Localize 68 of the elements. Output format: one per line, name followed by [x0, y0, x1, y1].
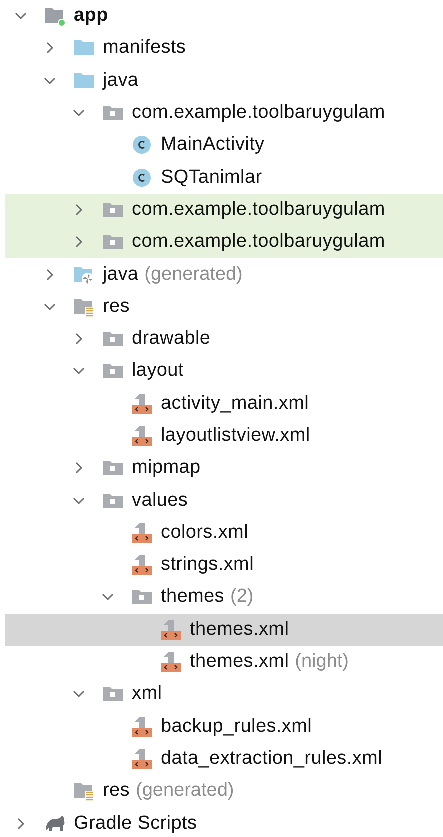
tree-row[interactable]: values	[5, 484, 443, 517]
tree-row[interactable]: manifests	[5, 32, 443, 65]
tree-row[interactable]: com.example.toolbaruygulam	[5, 194, 443, 226]
tree-label: Gradle Scripts	[74, 812, 198, 835]
tree-label: backup_rules.xml	[161, 716, 312, 738]
tree-label: com.example.toolbaruygulam	[132, 198, 386, 221]
tree-label: data_extraction_rules.xml	[161, 748, 382, 770]
tree-label: xml	[132, 683, 162, 706]
tree-row[interactable]: backup_rules.xml	[5, 710, 443, 743]
xml-file-icon	[131, 748, 153, 770]
xml-file-icon	[131, 522, 153, 544]
xml-file-icon	[160, 651, 182, 674]
tree-label: strings.xml	[161, 554, 254, 576]
tree-row[interactable]: java	[5, 64, 443, 97]
tree-row[interactable]: colors.xml	[5, 516, 443, 550]
tree-label: manifests	[103, 37, 186, 60]
tree-row[interactable]: Gradle Scripts	[5, 807, 443, 837]
xml-file-icon	[131, 392, 153, 415]
tree-label: themes	[161, 586, 225, 608]
tree-label: res	[103, 780, 130, 802]
tree-row[interactable]: res	[5, 290, 443, 323]
tree-row[interactable]: activity_main.xml	[5, 388, 443, 420]
tree-row[interactable]: com.example.toolbaruygulam	[5, 96, 443, 130]
tree-label: colors.xml	[161, 522, 249, 544]
tree-row[interactable]: strings.xml	[5, 549, 443, 582]
tree-label: SQTanimlar	[161, 166, 262, 189]
tree-row[interactable]: res (generated)	[5, 775, 443, 808]
tree-row[interactable]: com.example.toolbaruygulam	[5, 226, 443, 258]
xml-file-icon	[131, 425, 153, 447]
tree-row[interactable]: java (generated)	[5, 258, 443, 291]
tree-row[interactable]: SQTanimlar	[5, 161, 443, 194]
tree-row[interactable]: themes (2)	[5, 581, 443, 614]
tree-row[interactable]: layout	[5, 355, 443, 388]
tree-row[interactable]: mipmap	[5, 452, 443, 484]
tree-note: (2)	[230, 586, 254, 608]
tree-row[interactable]: data_extraction_rules.xml	[5, 742, 443, 776]
tree-row[interactable]: drawable	[5, 322, 443, 356]
tree-label: layout	[132, 360, 184, 382]
module-folder-icon	[44, 5, 66, 28]
tree-row[interactable]: app	[5, 0, 443, 32]
tree-label: app	[74, 5, 108, 28]
tree-label: java	[103, 264, 139, 286]
class-icon	[131, 134, 153, 156]
tree-row[interactable]: themes.xml	[5, 614, 443, 646]
tree-label: layoutlistview.xml	[161, 425, 310, 447]
tree-label: com.example.toolbaruygulam	[132, 102, 386, 124]
tree-label: MainActivity	[161, 134, 265, 156]
tree-note: (generated)	[136, 780, 234, 802]
tree-note: (night)	[295, 651, 349, 674]
class-icon	[131, 166, 153, 189]
tree-label: activity_main.xml	[161, 392, 310, 415]
tree-label: drawable	[132, 328, 211, 350]
tree-row[interactable]: layoutlistview.xml	[5, 420, 443, 452]
tree-row[interactable]: xml	[5, 678, 443, 711]
tree-label: themes.xml	[190, 651, 290, 674]
tree-row[interactable]: MainActivity	[5, 129, 443, 162]
resource-folder-icon	[73, 780, 95, 802]
tree-label: java	[103, 70, 139, 92]
tree-label: res	[103, 296, 130, 318]
tree-label: mipmap	[132, 457, 201, 480]
tree-note: (generated)	[144, 264, 243, 286]
tree-label: themes.xml	[190, 618, 290, 641]
tree-label: com.example.toolbaruygulam	[132, 231, 386, 254]
xml-file-icon	[160, 618, 182, 641]
tree-label: values	[132, 490, 188, 512]
xml-file-icon	[131, 716, 153, 738]
xml-file-icon	[131, 554, 153, 576]
tree-row[interactable]: themes.xml (night)	[5, 646, 443, 678]
